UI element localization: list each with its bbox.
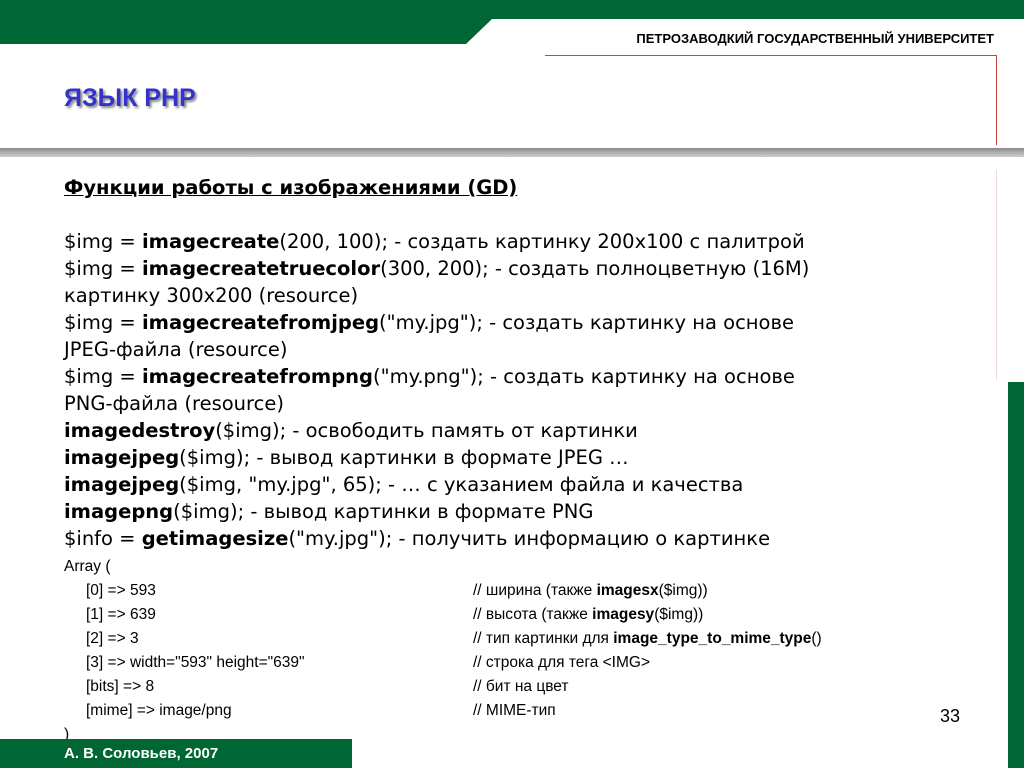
slide-body: Функции работы с изображениями (GD) $img… <box>64 174 964 552</box>
array-key: [1] => 639 <box>86 606 156 623</box>
code-line: $img = imagecreatetruecolor(300, 200); -… <box>64 255 964 282</box>
code-prefix: PNG-файла (resource) <box>64 392 284 415</box>
code-line: $img = imagecreate(200, 100); - создать … <box>64 228 964 255</box>
array-row: [3] => width="593" height="639" // строк… <box>64 651 964 675</box>
comment-text: // бит на цвет <box>473 678 569 695</box>
code-prefix: JPEG-файла (resource) <box>64 338 288 361</box>
code-suffix: (200, 100); - создать картинку 200x100 с… <box>279 230 805 253</box>
function-name: getimagesize <box>141 527 289 550</box>
array-row: [1] => 639 // высота (также imagesy($img… <box>64 603 964 627</box>
array-open: Array ( <box>64 555 964 579</box>
array-comment: // MIME-тип <box>473 699 556 723</box>
function-name: imagejpeg <box>64 446 180 469</box>
code-suffix: ($img, "my.jpg", 65); - … с указанием фа… <box>179 473 744 496</box>
array-row: [0] => 593 // ширина (также imagesx($img… <box>64 579 964 603</box>
code-line: $img = imagecreatefromjpeg("my.jpg"); - … <box>64 309 964 336</box>
comment-text: // ширина (также <box>473 582 597 599</box>
page-number: 33 <box>940 706 961 726</box>
comment-function: imagesy <box>592 606 655 623</box>
code-line: imagejpeg($img); - вывод картинки в форм… <box>64 444 964 471</box>
comment-text: // тип картинки для <box>473 630 614 647</box>
section-heading: Функции работы с изображениями (GD) <box>64 176 518 199</box>
code-prefix: $img = <box>64 230 142 253</box>
code-suffix: ("my.jpg"); - создать картинку на основе <box>379 311 794 334</box>
array-comment: // ширина (также imagesx($img)) <box>473 579 708 603</box>
array-comment: // высота (также imagesy($img)) <box>473 603 703 627</box>
array-row: [bits] => 8 // бит на цвет <box>64 675 964 699</box>
author-credit: А. В. Соловьев, 2007 <box>64 745 219 762</box>
array-open-text: Array ( <box>64 558 111 575</box>
function-name: imagecreate <box>141 230 280 253</box>
array-key: [mime] => image/png <box>86 702 232 719</box>
function-name: imagecreatetruecolor <box>141 257 381 280</box>
code-line: imagejpeg($img, "my.jpg", 65); - … с ука… <box>64 471 964 498</box>
comment-suffix: ($img)) <box>658 582 708 599</box>
array-row: [mime] => image/png // MIME-тип <box>64 699 964 723</box>
right-green-strip <box>1008 382 1024 768</box>
code-line: $info = getimagesize("my.jpg"); - получи… <box>64 525 964 552</box>
function-name: imagecreatefromjpeg <box>141 311 380 334</box>
code-line: картинку 300x200 (resource) <box>64 282 964 309</box>
comment-text: // MIME-тип <box>473 702 556 719</box>
array-row: [2] => 3 // тип картинки для image_type_… <box>64 627 964 651</box>
code-prefix: $img = <box>64 257 142 280</box>
comment-text: // строка для тега <IMG> <box>473 654 651 671</box>
comment-text: // высота (также <box>473 606 593 623</box>
header-red-rule <box>545 55 997 56</box>
comment-suffix: ($img)) <box>654 606 704 623</box>
comment-suffix: () <box>811 630 822 647</box>
code-suffix: ("my.jpg"); - получить информацию о карт… <box>288 527 771 550</box>
code-line: PNG-файла (resource) <box>64 390 964 417</box>
array-comment: // строка для тега <IMG> <box>473 651 650 675</box>
code-suffix: (300, 200); - создать полноцветную (16M) <box>380 257 810 280</box>
code-line: $img = imagecreatefrompng("my.png"); - с… <box>64 363 964 390</box>
footer-author-band: А. В. Соловьев, 2007 <box>0 739 352 768</box>
code-suffix: ("my.png"); - создать картинку на основе <box>373 365 795 388</box>
function-name: imagedestroy <box>64 419 216 442</box>
code-prefix: $img = <box>64 365 142 388</box>
code-prefix: $info = <box>64 527 142 550</box>
code-line: imagepng($img); - вывод картинки в форма… <box>64 498 964 525</box>
array-block: Array ( [0] => 593 // ширина (также imag… <box>64 555 964 747</box>
function-name: imagecreatefrompng <box>141 365 374 388</box>
array-key: [3] => width="593" height="639" <box>86 654 305 671</box>
array-comment: // тип картинки для image_type_to_mime_t… <box>473 627 822 651</box>
code-suffix: ($img); - вывод картинки в формате JPEG … <box>179 446 629 469</box>
function-name: imagejpeg <box>64 473 180 496</box>
function-name: imagepng <box>64 500 174 523</box>
right-faint-rule <box>996 170 997 380</box>
code-prefix: картинку 300x200 (resource) <box>64 284 359 307</box>
code-prefix: $img = <box>64 311 142 334</box>
array-key: [2] => 3 <box>86 630 139 647</box>
comment-function: imagesx <box>596 582 659 599</box>
university-name: ПЕТРОЗАВОДКИЙ ГОСУДАРСТВЕННЫЙ УНИВЕРСИТЕ… <box>636 30 994 46</box>
code-line: imagedestroy($img); - освободить память … <box>64 417 964 444</box>
code-line: JPEG-файла (resource) <box>64 336 964 363</box>
array-key: [0] => 593 <box>86 582 156 599</box>
array-key: [bits] => 8 <box>86 678 155 695</box>
comment-function: image_type_to_mime_type <box>613 630 812 647</box>
slide-title: ЯЗЫК PHP <box>64 84 196 112</box>
header-shadow-bar <box>0 148 1024 157</box>
array-comment: // бит на цвет <box>473 675 569 699</box>
header-red-vertical-rule <box>996 55 997 145</box>
code-suffix: ($img); - вывод картинки в формате PNG <box>173 500 594 523</box>
code-suffix: ($img); - освободить память от картинки <box>215 419 638 442</box>
